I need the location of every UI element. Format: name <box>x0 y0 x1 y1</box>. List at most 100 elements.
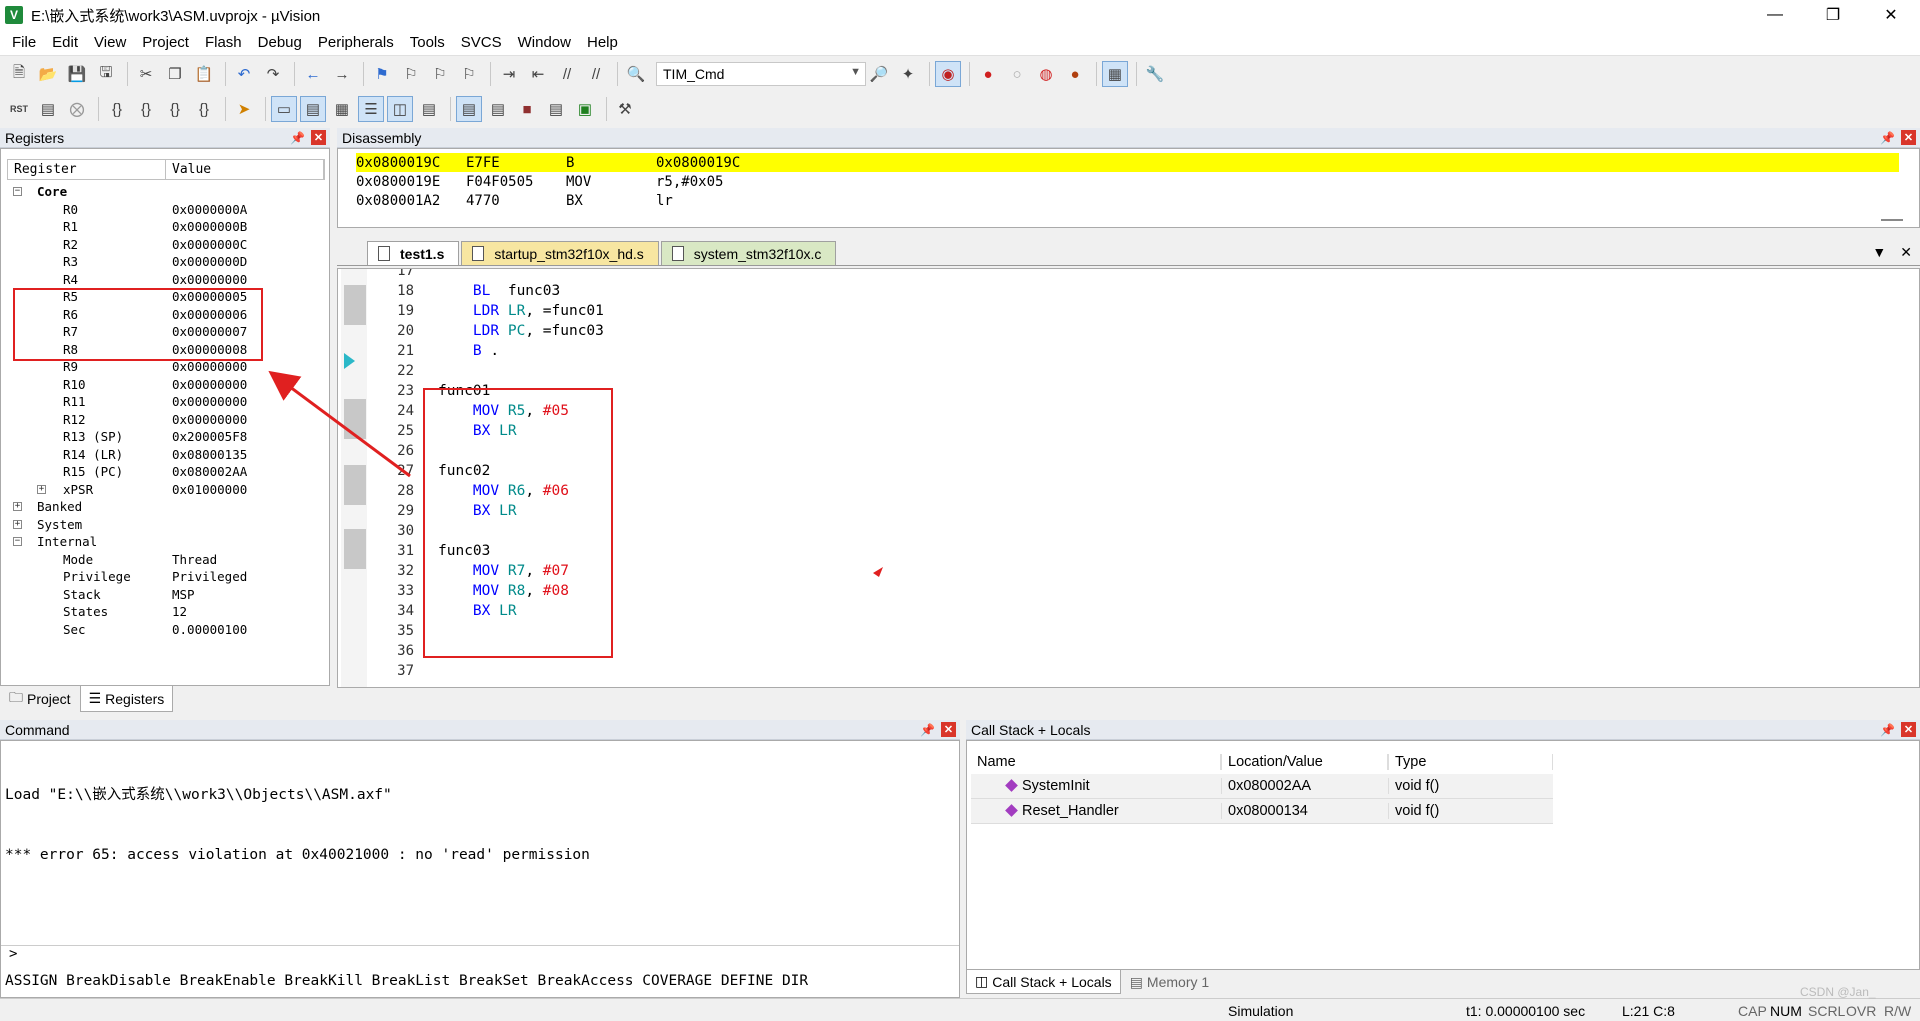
disassembly-row[interactable]: 0x080001A2 4770 BX lr <box>356 191 1899 210</box>
close-editor-icon[interactable]: ✕ <box>1900 244 1912 261</box>
location-column-header[interactable]: Location/Value <box>1221 753 1388 770</box>
tab-startup-stm32f10x-hd-s[interactable]: startup_stm32f10x_hd.s <box>461 241 659 265</box>
call-stack-window-icon[interactable]: ◫ <box>387 96 413 122</box>
copy-icon[interactable]: ❐ <box>162 61 188 87</box>
register-row[interactable]: R3 0x0000000D <box>7 253 325 271</box>
find-in-files-icon[interactable]: 🔍 <box>623 61 649 87</box>
reset-icon[interactable]: RST <box>6 96 32 122</box>
breakpoint-icon[interactable]: ● <box>975 61 1001 87</box>
register-value[interactable]: 0x00000000 <box>172 412 247 427</box>
register-value[interactable]: 0x0000000A <box>172 202 247 217</box>
register-row[interactable]: R13 (SP) 0x200005F8 <box>7 428 325 446</box>
close-button[interactable]: ✕ <box>1862 0 1920 30</box>
type-column-header[interactable]: Type <box>1388 753 1553 770</box>
bookmark-next-icon[interactable]: ⚐ <box>427 61 453 87</box>
register-value[interactable]: 0x200005F8 <box>172 429 247 444</box>
collapse-icon[interactable]: − <box>13 537 22 546</box>
register-row[interactable]: Sec 0.00000100 <box>7 621 325 639</box>
disable-breakpoint-icon[interactable]: ○ <box>1004 61 1030 87</box>
open-folder-icon[interactable]: 📂 <box>35 61 61 87</box>
register-row[interactable]: + xPSR 0x01000000 <box>7 481 325 499</box>
tree-group-banked[interactable]: + Banked <box>7 498 325 516</box>
register-row[interactable]: States 12 <box>7 603 325 621</box>
register-value[interactable]: 0x01000000 <box>172 482 247 497</box>
register-value[interactable]: 0x080002AA <box>172 464 247 479</box>
comment-icon[interactable]: // <box>554 61 580 87</box>
expand-icon[interactable]: + <box>13 519 22 529</box>
register-row[interactable]: R1 0x0000000B <box>7 218 325 236</box>
register-row[interactable]: R14 (LR) 0x08000135 <box>7 446 325 464</box>
tree-group-core[interactable]: − Core <box>7 183 325 201</box>
pin-icon[interactable]: 📌 <box>290 131 305 145</box>
register-row[interactable]: Stack MSP <box>7 586 325 604</box>
unindent-icon[interactable]: ⇤ <box>525 61 551 87</box>
menu-debug[interactable]: Debug <box>250 34 310 51</box>
registers-window-icon[interactable]: ☰ <box>358 96 384 122</box>
run-icon[interactable]: ▤ <box>35 96 61 122</box>
configure-icon[interactable]: 🔧 <box>1142 61 1168 87</box>
register-row[interactable]: Mode Thread <box>7 551 325 569</box>
nav-back-icon[interactable]: ← <box>300 61 326 87</box>
step-into-icon[interactable]: {} <box>104 96 130 122</box>
find-icon[interactable]: 🔎 <box>866 61 892 87</box>
pin-icon[interactable]: 📌 <box>1880 131 1895 145</box>
step-out-icon[interactable]: {} <box>162 96 188 122</box>
register-row[interactable]: R15 (PC) 0x080002AA <box>7 463 325 481</box>
register-value[interactable]: 0x0000000C <box>172 237 247 252</box>
register-value[interactable]: 0x00000000 <box>172 272 247 287</box>
cut-icon[interactable]: ✂ <box>133 61 159 87</box>
save-icon[interactable]: 💾 <box>64 61 90 87</box>
code-line[interactable]: BL func03 <box>438 283 560 303</box>
menu-project[interactable]: Project <box>134 34 197 51</box>
toolbox-icon[interactable]: ⚒ <box>612 96 638 122</box>
tab-memory-1[interactable]: ▤ Memory 1 <box>1121 970 1218 994</box>
menu-svcs[interactable]: SVCS <box>453 34 510 51</box>
pin-icon[interactable]: 📌 <box>920 723 935 737</box>
bookmark-clear-icon[interactable]: ⚐ <box>456 61 482 87</box>
pin-icon[interactable]: 📌 <box>1880 723 1895 737</box>
disable-all-breakpoints-icon[interactable]: ◍ <box>1033 61 1059 87</box>
disassembly-row[interactable]: 0x0800019E F04F0505 MOV r5,#0x05 <box>356 172 1899 191</box>
menu-view[interactable]: View <box>86 34 134 51</box>
close-icon[interactable]: ✕ <box>941 722 956 737</box>
run-to-cursor-icon[interactable]: {} <box>191 96 217 122</box>
indent-icon[interactable]: ⇥ <box>496 61 522 87</box>
collapse-icon[interactable]: − <box>13 187 22 196</box>
tree-group-internal[interactable]: − Internal <box>7 533 325 551</box>
value-column-header[interactable]: Value <box>166 160 324 179</box>
debug-session-icon[interactable]: ◉ <box>935 61 961 87</box>
uncomment-icon[interactable]: // <box>583 61 609 87</box>
register-row[interactable]: R12 0x00000000 <box>7 411 325 429</box>
register-row[interactable]: R2 0x0000000C <box>7 236 325 254</box>
register-value[interactable]: 0x0000000D <box>172 254 247 269</box>
close-icon[interactable]: ✕ <box>1901 130 1916 145</box>
menu-file[interactable]: File <box>4 34 44 51</box>
menu-peripherals[interactable]: Peripherals <box>310 34 402 51</box>
tab-list-icon[interactable]: ▼ <box>1872 244 1886 261</box>
tree-group-system[interactable]: + System <box>7 516 325 534</box>
disassembly-row[interactable]: 0x0800019C E7FE B 0x0800019C <box>356 153 1899 172</box>
show-next-statement-icon[interactable]: ➤ <box>231 96 257 122</box>
watch-window-icon[interactable]: ▤ <box>416 96 442 122</box>
horizontal-scrollbar[interactable] <box>5 927 945 941</box>
register-row[interactable]: R0 0x0000000A <box>7 201 325 219</box>
save-all-icon[interactable]: 🖫 <box>93 61 119 87</box>
menu-help[interactable]: Help <box>579 34 626 51</box>
stop-icon[interactable]: ⨂ <box>64 96 90 122</box>
register-column-header[interactable]: Register <box>8 160 166 179</box>
bookmark-icon[interactable]: ⚑ <box>369 61 395 87</box>
window-layout-icon[interactable]: ▦ <box>1102 61 1128 87</box>
close-icon[interactable]: ✕ <box>311 130 326 145</box>
expand-icon[interactable]: + <box>13 502 22 511</box>
bookmark-prev-icon[interactable]: ⚐ <box>398 61 424 87</box>
register-row[interactable]: R11 0x00000000 <box>7 393 325 411</box>
find-combo[interactable]: TIM_Cmd ▼ <box>656 62 866 86</box>
callstack-row[interactable]: SystemInit 0x080002AA void f() <box>971 774 1553 799</box>
tab-test1-s[interactable]: test1.s <box>367 241 460 265</box>
register-value[interactable]: 0x00000000 <box>172 377 247 392</box>
system-viewer-icon[interactable]: ▣ <box>572 96 598 122</box>
disassembly-window-icon[interactable]: ▤ <box>300 96 326 122</box>
incremental-find-icon[interactable]: ✦ <box>895 61 921 87</box>
memory-window-icon[interactable]: ▤ <box>456 96 482 122</box>
trace-window-icon[interactable]: ▤ <box>543 96 569 122</box>
